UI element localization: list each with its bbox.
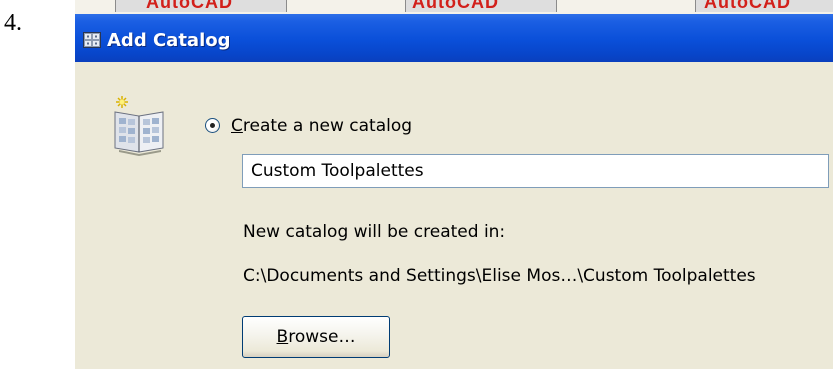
dialog-title: Add Catalog xyxy=(107,30,231,51)
background-tab-text: AutoCAD xyxy=(412,0,499,12)
catalog-grid-icon xyxy=(83,32,101,48)
radio-label-text: reate a new catalog xyxy=(242,116,413,136)
background-tab: AutoCAD xyxy=(115,0,287,12)
background-tab-text: AutoCAD xyxy=(146,0,233,12)
accelerator-key: B xyxy=(276,327,289,347)
browse-button[interactable]: Browse… xyxy=(242,316,390,358)
step-number: 4. xyxy=(4,10,22,36)
browse-button-label: rowse… xyxy=(288,327,356,347)
add-catalog-dialog: AutoCAD AutoCAD AutoCAD Add Catalog Crea… xyxy=(75,0,833,369)
background-window-strip: AutoCAD AutoCAD AutoCAD xyxy=(75,0,833,14)
open-book-catalog-icon xyxy=(114,96,164,156)
location-label: New catalog will be created in: xyxy=(243,222,506,242)
location-path: C:\Documents and Settings\Elise Mos…\Cus… xyxy=(243,266,756,286)
accelerator-key: C xyxy=(231,116,243,136)
background-tab-text: AutoCAD xyxy=(704,0,791,12)
create-new-catalog-radio[interactable] xyxy=(205,118,220,133)
catalog-name-input[interactable] xyxy=(242,154,829,188)
dialog-titlebar[interactable]: Add Catalog xyxy=(75,14,833,62)
page: 4. AutoCAD AutoCAD AutoCAD Add Catalog C… xyxy=(0,0,833,369)
background-tab: AutoCAD xyxy=(695,0,833,12)
background-tab: AutoCAD xyxy=(405,0,557,12)
create-new-catalog-label[interactable]: Create a new catalog xyxy=(231,116,412,136)
radio-selected-dot xyxy=(210,123,215,128)
